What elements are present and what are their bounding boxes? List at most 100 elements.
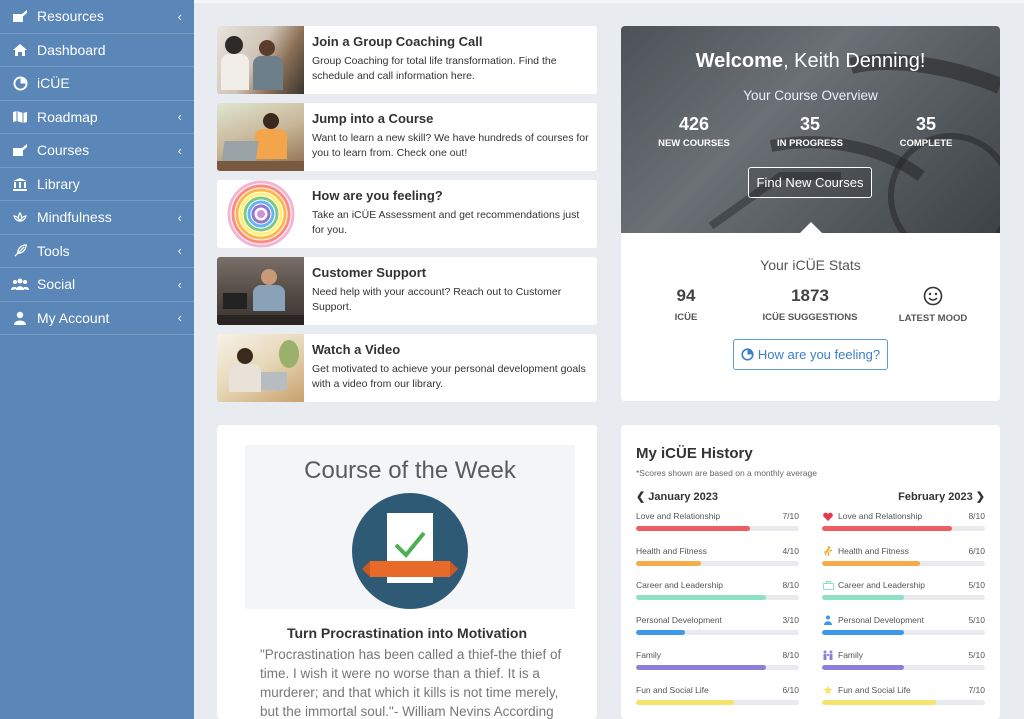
checkmark-certificate-icon — [352, 493, 468, 609]
resources-icon — [11, 7, 29, 25]
sidebar-item-label: Library — [37, 175, 80, 192]
people-icon — [11, 275, 29, 293]
category-label: Fun and Social Life — [822, 684, 985, 695]
score-bar-track — [822, 560, 985, 566]
history-title: My iCÜE History — [636, 445, 753, 462]
score-bar-fill — [636, 526, 751, 531]
history-row-february: Family 5/10 — [822, 650, 985, 680]
history-row-january: Love and Relationship 7/10 — [636, 511, 799, 541]
chevron-left-icon: ‹ — [177, 8, 182, 24]
score-bar-fill — [822, 630, 904, 636]
chevron-left-icon: ‹ — [177, 276, 182, 292]
sidebar-item-icue[interactable]: iCÜE — [0, 67, 194, 101]
mood-wheel-icon — [217, 180, 304, 248]
sidebar-item-label: Courses — [37, 142, 90, 159]
stat-in-progress: 35 IN PROGRESS — [777, 114, 843, 149]
history-row-january: Career and Leadership 8/10 — [636, 580, 799, 610]
score-bar-fill — [636, 560, 702, 566]
course-photo — [217, 103, 304, 171]
score-bar-track — [822, 699, 985, 705]
score-bar-track — [636, 560, 799, 566]
category-score: 3/10 — [782, 615, 799, 626]
chevron-left-icon: ‹ — [177, 243, 182, 259]
category-label: Health and Fitness — [636, 545, 707, 556]
action-card-feeling[interactable]: How are you feeling? Take an iCÜE Assess… — [217, 180, 597, 248]
how-are-you-feeling-button[interactable]: How are you feeling? — [733, 339, 888, 370]
category-label: Career and Leadership — [636, 580, 723, 591]
action-card-course[interactable]: Jump into a Course Want to learn a new s… — [217, 103, 597, 171]
sidebar-item-dashboard[interactable]: Dashboard — [0, 34, 194, 67]
action-title: Watch a Video — [312, 342, 401, 357]
history-row-january: Personal Development 3/10 — [636, 615, 799, 645]
action-title: Join a Group Coaching Call — [312, 34, 483, 49]
score-bar-track — [822, 630, 985, 636]
prev-month-button[interactable]: ❮ January 2023 — [636, 490, 718, 503]
action-card-support[interactable]: Customer Support Need help with your acc… — [217, 257, 597, 325]
action-card-group-coaching[interactable]: Join a Group Coaching Call Group Coachin… — [217, 26, 597, 94]
course-title[interactable]: Turn Procrastination into Motivation — [217, 625, 597, 641]
score-bar-track — [636, 664, 799, 670]
sidebar-item-my-account[interactable]: My Account ‹ — [0, 302, 194, 335]
icue-icon — [741, 348, 754, 361]
star-icon — [822, 684, 834, 695]
sidebar-item-library[interactable]: Library — [0, 168, 194, 201]
category-score: 8/10 — [782, 580, 799, 591]
course-banner[interactable]: Course of the Week — [245, 445, 575, 609]
action-description: Group Coaching for total life transforma… — [312, 55, 557, 82]
sidebar-item-tools[interactable]: Tools ‹ — [0, 235, 194, 268]
sidebar-item-label: Roadmap — [37, 108, 98, 125]
sidebar-item-courses[interactable]: Courses ‹ — [0, 134, 194, 168]
briefcase-icon — [822, 580, 834, 590]
find-new-courses-button[interactable]: Find New Courses — [748, 167, 872, 198]
category-label: Personal Development — [822, 615, 985, 626]
score-bar-fill — [636, 595, 767, 601]
category-score: 8/10 — [782, 649, 799, 660]
course-of-week-title: Course of the Week — [304, 457, 516, 484]
action-card-video[interactable]: Watch a Video Get motivated to achieve y… — [217, 334, 597, 402]
home-icon — [11, 41, 29, 59]
course-overview-label: Your Course Overview — [743, 88, 878, 103]
chevron-left-icon: ❮ — [636, 491, 649, 503]
score-bar-track — [822, 526, 985, 531]
stat-latest-mood: LATEST MOOD — [893, 286, 973, 324]
sidebar-item-label: Mindfulness — [37, 209, 112, 226]
history-row-february: Health and Fitness 6/10 — [822, 546, 985, 576]
hero-notch — [798, 222, 823, 234]
category-score: 5/10 — [968, 615, 985, 626]
category-score: 8/10 — [968, 511, 985, 521]
user-icon — [11, 309, 29, 327]
course-quote: "Procrastination has been called a thief… — [260, 647, 562, 719]
support-photo — [217, 257, 304, 325]
sidebar-item-roadmap[interactable]: Roadmap ‹ — [0, 101, 194, 134]
category-label: Career and Leadership — [822, 580, 985, 590]
category-label: Fun and Social Life — [636, 684, 709, 695]
history-row-january: Family 8/10 — [636, 650, 799, 680]
score-bar-fill — [822, 595, 904, 601]
score-bar-track — [822, 664, 985, 670]
history-note: *Scores shown are based on a monthly ave… — [636, 468, 817, 478]
action-title: How are you feeling? — [312, 188, 443, 203]
stat-complete: 35 COMPLETE — [899, 114, 953, 149]
stat-icue: 94 ICÜE — [674, 286, 698, 323]
feel-button-label: How are you feeling? — [757, 347, 881, 362]
category-label: Health and Fitness — [822, 546, 985, 556]
sidebar-item-mindfulness[interactable]: Mindfulness ‹ — [0, 201, 194, 235]
sidebar-item-label: iCÜE — [37, 75, 70, 92]
next-month-button[interactable]: February 2023 ❯ — [898, 490, 985, 503]
score-bar-track — [636, 526, 799, 531]
course-overview-hero: Welcome, Keith Denning! Your Course Over… — [621, 26, 1000, 234]
score-bar-fill — [636, 630, 685, 636]
score-bar-fill — [636, 664, 767, 670]
score-bar-fill — [636, 699, 734, 705]
category-label: Family — [636, 649, 662, 660]
sidebar-item-social[interactable]: Social ‹ — [0, 268, 194, 302]
history-row-february: Personal Development 5/10 — [822, 615, 985, 645]
feather-icon — [11, 242, 29, 260]
courses-icon — [11, 141, 29, 159]
category-label: Love and Relationship — [822, 511, 985, 521]
sidebar-item-label: Resources — [37, 8, 104, 25]
history-row-january: Fun and Social Life 6/10 — [636, 685, 799, 715]
sidebar-item-resources[interactable]: Resources ‹ — [0, 0, 194, 34]
heart-icon — [822, 512, 834, 521]
score-bar-fill — [822, 526, 953, 531]
